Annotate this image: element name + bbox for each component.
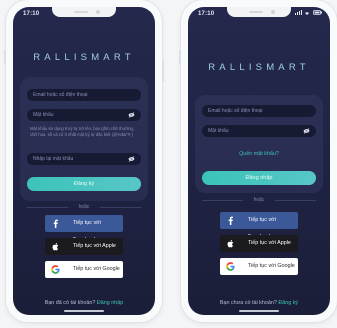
google-label: Tiếp tục với Google: [248, 263, 295, 269]
google-icon: [226, 262, 235, 271]
eye-slash-icon[interactable]: [303, 128, 310, 134]
status-time: 17:10: [23, 11, 40, 17]
password-field[interactable]: Mật khẩu: [202, 125, 316, 137]
password-placeholder: Mật khẩu: [33, 112, 54, 118]
app-brand: RALLISMART: [33, 52, 135, 63]
volume-button: [179, 50, 181, 64]
apple-label: Tiếp tục với Apple: [248, 240, 291, 246]
google-button[interactable]: Tiếp tục với Google: [45, 261, 123, 278]
password-field[interactable]: Mật khẩu: [27, 109, 141, 121]
login-prompt: Bạn đã có tài khoản? Đăng nhập: [13, 300, 155, 306]
login-button[interactable]: Đăng nhập: [202, 171, 316, 185]
notch: [227, 7, 291, 17]
footer-text: Bạn đã có tài khoản?: [44, 300, 96, 306]
apple-button[interactable]: Tiếp tục với Apple: [45, 238, 123, 255]
home-indicator: [64, 310, 104, 312]
password-hint: Mật khẩu sử dụng 8 ký tự trở lên, bao gồ…: [30, 126, 134, 137]
register-prompt: Bạn chưa có tài khoản? Đăng ký: [188, 300, 330, 306]
phone-register: 17:10 RALLISMART Email hoặc số điện thoạ…: [4, 0, 164, 322]
apple-button[interactable]: Tiếp tục với Apple: [220, 235, 298, 252]
facebook-button[interactable]: Tiếp tục với Facebook: [45, 215, 123, 243]
facebook-icon: [228, 216, 233, 225]
email-field[interactable]: Email hoặc số điện thoại: [202, 105, 316, 117]
email-field[interactable]: Email hoặc số điện thoại: [27, 89, 141, 101]
login-screen: 17:10 RALLISMART Email hoặc số điện thoạ…: [188, 7, 330, 315]
apple-icon: [227, 239, 234, 248]
battery-icon: [313, 10, 322, 15]
footer-text: Bạn chưa có tài khoản?: [219, 300, 277, 306]
google-button[interactable]: Tiếp tục với Google: [220, 258, 298, 275]
register-screen: 17:10 RALLISMART Email hoặc số điện thoạ…: [13, 7, 155, 315]
or-divider: hoặc: [27, 204, 141, 210]
signal-icon: [294, 10, 302, 15]
status-icons: [294, 10, 322, 17]
facebook-button[interactable]: Tiếp tục với Facebook: [220, 212, 298, 240]
google-label: Tiếp tục với Google: [73, 266, 120, 272]
status-time: 17:10: [198, 11, 215, 17]
register-link[interactable]: Đăng ký: [278, 300, 298, 306]
apple-label: Tiếp tục với Apple: [73, 243, 116, 249]
register-button[interactable]: Đăng ký: [27, 177, 141, 191]
app-brand: RALLISMART: [208, 62, 310, 73]
forgot-password-link[interactable]: Quên mật khẩu?: [195, 151, 323, 157]
register-form-card: Email hoặc số điện thoại Mật khẩu Mật kh…: [20, 77, 148, 201]
wifi-icon: [305, 12, 310, 15]
confirm-placeholder: Nhập lại mật khẩu: [33, 156, 74, 162]
google-icon: [51, 265, 60, 274]
or-divider: hoặc: [202, 197, 316, 203]
login-link[interactable]: Đăng nhập: [97, 300, 123, 306]
password-placeholder: Mật khẩu: [208, 128, 229, 134]
power-button: [162, 60, 164, 82]
confirm-password-field[interactable]: Nhập lại mật khẩu: [27, 153, 141, 165]
notch: [52, 7, 116, 17]
home-indicator: [239, 310, 279, 312]
facebook-icon: [53, 219, 58, 228]
login-form-card: Email hoặc số điện thoại Mật khẩu Quên m…: [195, 95, 323, 193]
volume-button: [4, 50, 6, 64]
eye-slash-icon[interactable]: [128, 156, 135, 162]
eye-slash-icon[interactable]: [128, 112, 135, 118]
apple-icon: [52, 242, 59, 251]
phone-login: 17:10 RALLISMART Email hoặc số điện thoạ…: [179, 0, 337, 322]
